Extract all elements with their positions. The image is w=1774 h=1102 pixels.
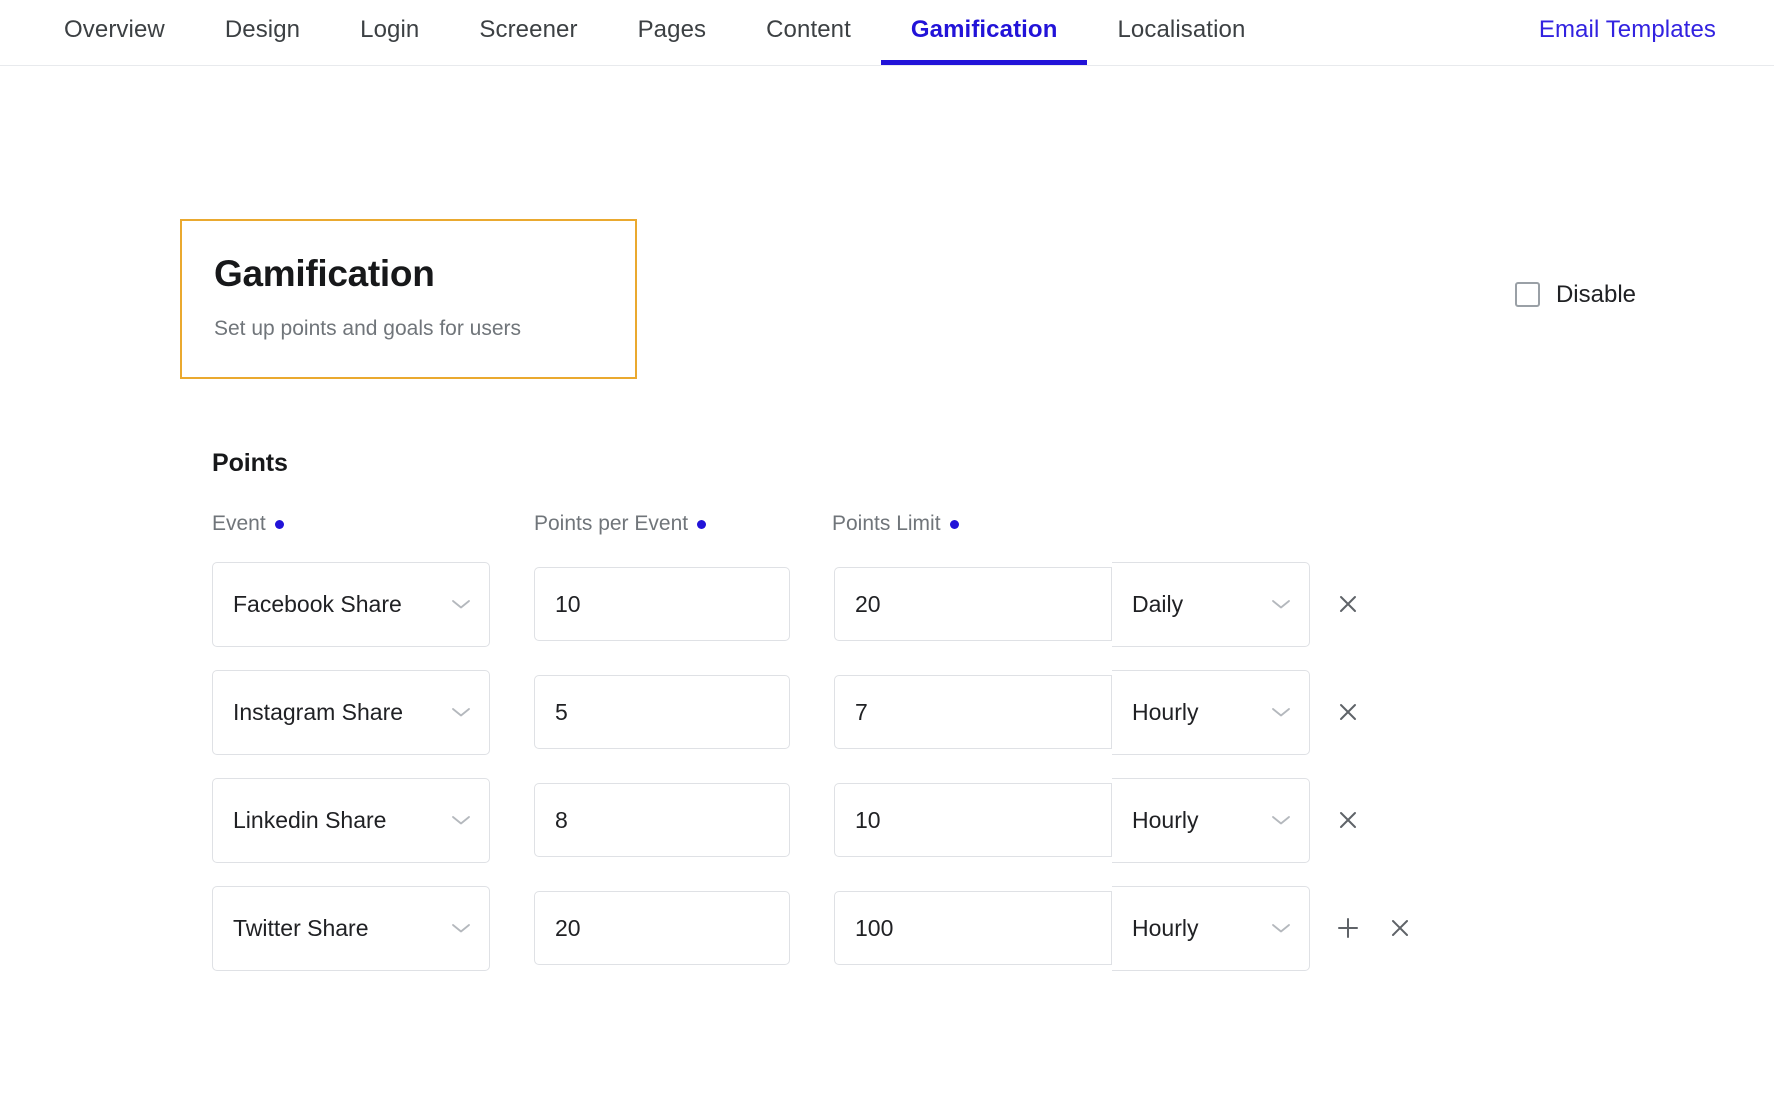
nav-tab-label: Content [766, 16, 851, 43]
points-per-event-value: 8 [555, 806, 568, 833]
event-select-value: Linkedin Share [233, 806, 387, 833]
disable-toggle[interactable]: Disable [1514, 280, 1636, 308]
nav-tab-login[interactable]: Login [330, 0, 449, 65]
points-row: Linkedin Share 8 10 Hourly [212, 766, 1746, 874]
points-per-event-value: 5 [555, 698, 568, 725]
nav-tab-label: Gamification [910, 16, 1058, 43]
close-icon[interactable] [1330, 586, 1366, 622]
checkbox-icon[interactable] [1514, 282, 1540, 307]
close-icon[interactable] [1330, 802, 1366, 838]
points-per-event-input[interactable]: 20 [534, 891, 790, 966]
event-select[interactable]: Instagram Share [212, 669, 490, 755]
page-title: Gamification [214, 253, 435, 294]
points-column-headers: Event Points per Event Points Limit [212, 512, 1746, 536]
chevron-down-icon [451, 922, 471, 934]
column-header-event: Event [212, 512, 534, 536]
chevron-down-icon [1271, 598, 1291, 610]
nav-tab-screener[interactable]: Screener [449, 0, 607, 65]
points-limit-value: 100 [855, 914, 894, 941]
nav-tab-label: Email Templates [1538, 16, 1716, 43]
period-select[interactable]: Hourly [1112, 885, 1310, 971]
points-limit-value: 7 [855, 698, 868, 725]
info-dot-icon[interactable] [949, 519, 959, 529]
period-select[interactable]: Hourly [1112, 777, 1310, 863]
points-limit-value: 10 [855, 806, 881, 833]
nav-tab-email-templates[interactable]: Email Templates [1509, 0, 1746, 65]
column-header-points-limit: Points Limit [832, 512, 1312, 536]
column-header-label: Points per Event [534, 512, 689, 536]
nav-tab-pages[interactable]: Pages [608, 0, 737, 65]
page-subtitle: Set up points and goals for users [214, 316, 522, 340]
nav-tab-content[interactable]: Content [736, 0, 881, 65]
points-limit-group: 7 Hourly [834, 669, 1310, 755]
page-header: Gamification Set up points and goals for… [28, 66, 1746, 380]
nav-tab-overview[interactable]: Overview [34, 0, 195, 65]
period-select[interactable]: Daily [1112, 561, 1310, 647]
nav-tab-label: Localisation [1117, 16, 1246, 43]
column-header-points-per-event: Points per Event [534, 512, 832, 536]
nav-tab-list: Overview Design Login Screener Pages Content G… [0, 0, 1774, 65]
close-icon[interactable] [1382, 910, 1418, 946]
event-select[interactable]: Facebook Share [212, 561, 490, 647]
primary-nav: Overview Design Login Screener Pages Content G… [0, 0, 1774, 66]
info-dot-icon[interactable] [274, 519, 284, 529]
points-per-event-value: 20 [555, 914, 581, 941]
points-limit-group: 100 Hourly [834, 885, 1310, 971]
close-icon[interactable] [1330, 694, 1366, 730]
points-per-event-input[interactable]: 5 [534, 675, 790, 750]
period-select[interactable]: Hourly [1112, 669, 1310, 755]
column-header-label: Points Limit [832, 512, 941, 536]
row-actions [1330, 586, 1366, 622]
points-per-event-input[interactable]: 10 [534, 567, 790, 642]
gamification-title-card: Gamification Set up points and goals for… [180, 219, 637, 380]
active-tab-underline [880, 60, 1088, 65]
nav-tab-design[interactable]: Design [195, 0, 330, 65]
points-row: Instagram Share 5 7 Hourly [212, 658, 1746, 766]
chevron-down-icon [1271, 706, 1291, 718]
event-select-value: Facebook Share [233, 590, 402, 617]
chevron-down-icon [1271, 814, 1291, 826]
points-limit-group: 20 Daily [834, 561, 1310, 647]
points-limit-group: 10 Hourly [834, 777, 1310, 863]
nav-tab-label: Pages [637, 16, 707, 43]
info-dot-icon[interactable] [697, 519, 707, 529]
plus-icon[interactable] [1330, 910, 1366, 946]
nav-tab-label: Design [224, 16, 301, 43]
chevron-down-icon [451, 598, 471, 610]
nav-tab-gamification[interactable]: Gamification [880, 0, 1088, 65]
chevron-down-icon [451, 706, 471, 718]
points-limit-input[interactable]: 7 [834, 675, 1112, 750]
nav-tab-label: Login [360, 16, 420, 43]
nav-tab-label: Screener [479, 16, 578, 43]
points-limit-input[interactable]: 20 [834, 567, 1112, 642]
nav-tab-label: Overview [64, 16, 165, 43]
points-limit-value: 20 [855, 590, 881, 617]
disable-label: Disable [1555, 280, 1636, 308]
chevron-down-icon [1271, 922, 1291, 934]
column-header-label: Event [212, 512, 266, 536]
points-per-event-input[interactable]: 8 [534, 783, 790, 858]
row-actions [1330, 910, 1418, 946]
row-actions [1330, 694, 1366, 730]
event-select-value: Instagram Share [233, 698, 404, 725]
period-select-value: Hourly [1132, 806, 1199, 833]
points-rows: Facebook Share 10 20 Daily Instagram Share 5 7… [212, 550, 1746, 982]
page-content: Gamification Set up points and goals for… [0, 66, 1774, 982]
period-select-value: Hourly [1132, 698, 1199, 725]
points-row: Twitter Share 20 100 Hourly [212, 874, 1746, 982]
event-select[interactable]: Linkedin Share [212, 777, 490, 863]
event-select-value: Twitter Share [233, 914, 369, 941]
nav-tab-localisation[interactable]: Localisation [1087, 0, 1275, 65]
period-select-value: Hourly [1132, 914, 1199, 941]
points-limit-input[interactable]: 10 [834, 783, 1112, 858]
event-select[interactable]: Twitter Share [212, 885, 490, 971]
row-actions [1330, 802, 1366, 838]
points-limit-input[interactable]: 100 [834, 891, 1112, 966]
points-per-event-value: 10 [555, 590, 581, 617]
points-row: Facebook Share 10 20 Daily [212, 550, 1746, 658]
period-select-value: Daily [1132, 590, 1184, 617]
points-section-heading: Points [212, 449, 288, 478]
chevron-down-icon [451, 814, 471, 826]
